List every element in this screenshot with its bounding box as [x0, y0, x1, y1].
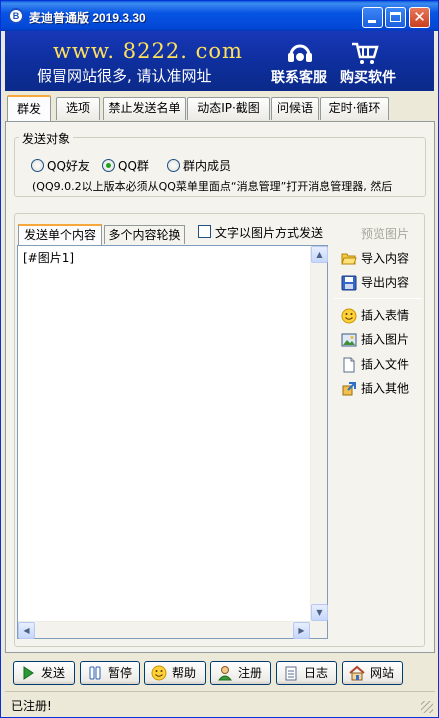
save-icon — [341, 275, 357, 290]
scroll-down-button[interactable]: ▼ — [311, 604, 328, 621]
radio-button-checked[interactable] — [102, 159, 115, 172]
home-icon — [349, 665, 365, 681]
close-icon: ✕ — [413, 8, 426, 26]
radio-label: QQ好友 — [47, 159, 90, 173]
editor-text[interactable]: [#图片1] — [23, 249, 74, 266]
maximize-icon — [390, 12, 401, 22]
folder-open-icon — [341, 253, 357, 264]
radio-qq-group[interactable]: QQ群 — [102, 157, 149, 173]
help-button[interactable]: 帮助 — [144, 661, 206, 685]
send-button[interactable]: 发送 — [13, 661, 75, 685]
tab-block-list[interactable]: 禁止发送名单 — [103, 97, 186, 120]
message-editor[interactable]: [#图片1] ▲ ▼ ◀ ▶ — [17, 245, 328, 639]
status-bar: 已注册! — [5, 691, 435, 715]
target-legend: 发送对象 — [19, 130, 74, 147]
register-button[interactable]: 注册 — [210, 661, 271, 685]
radio-button[interactable] — [31, 159, 44, 172]
scroll-corner — [310, 621, 327, 638]
tab-dynamic-ip[interactable]: 动态IP·截图 — [187, 97, 270, 120]
minimize-icon — [368, 20, 376, 23]
picture-label: 插入图片 — [361, 332, 410, 347]
image-send-label[interactable]: 文字以图片方式发送 — [215, 224, 323, 241]
send-label: 发送 — [41, 666, 66, 680]
export-label: 导出内容 — [361, 275, 410, 290]
radio-button[interactable] — [167, 159, 180, 172]
file-icon — [343, 357, 355, 372]
main-tabs: 群发 选项 禁止发送名单 动态IP·截图 问候语 定时·循环 — [5, 95, 434, 122]
title-bar[interactable]: B 麦迪普通版 2019.3.30 ✕ — [1, 1, 438, 31]
scroll-right-button[interactable]: ▶ — [293, 622, 310, 639]
insert-other-icon — [342, 381, 356, 395]
image-send-checkbox[interactable] — [198, 225, 211, 238]
website-button[interactable]: 网站 — [342, 661, 403, 685]
log-button[interactable]: 日志 — [276, 661, 337, 685]
window-title: 麦迪普通版 2019.3.30 — [29, 11, 146, 25]
tab-greetings[interactable]: 问候语 — [271, 97, 319, 120]
side-divider — [334, 298, 422, 299]
play-icon — [23, 666, 34, 680]
status-text: 已注册! — [11, 699, 52, 713]
preview-image-button[interactable]: 预览图片 — [361, 225, 409, 242]
tab-schedule[interactable]: 定时·循环 — [320, 97, 389, 120]
help-label: 帮助 — [172, 666, 197, 680]
file-label: 插入文件 — [361, 357, 410, 372]
register-label: 注册 — [238, 666, 263, 680]
insert-emoji-button[interactable]: 插入表情 — [341, 306, 409, 324]
pause-button[interactable]: 暂停 — [80, 661, 140, 685]
help-face-icon — [151, 665, 167, 681]
insert-other-button[interactable]: 插入其他 — [341, 379, 409, 397]
subtab-multi-content[interactable]: 多个内容轮换 — [104, 225, 185, 244]
import-label: 导入内容 — [361, 251, 410, 266]
customer-service-link[interactable]: 联系客服 — [271, 67, 327, 87]
scroll-up-button[interactable]: ▲ — [311, 246, 328, 263]
vertical-scrollbar[interactable]: ▲ ▼ — [310, 246, 328, 621]
close-button[interactable]: ✕ — [409, 7, 430, 28]
buy-software-link[interactable]: 购买软件 — [340, 67, 396, 87]
scroll-left-button[interactable]: ◀ — [18, 622, 35, 639]
app-icon: B — [8, 8, 24, 24]
insert-picture-button[interactable]: 插入图片 — [341, 330, 409, 348]
pause-icon — [89, 666, 101, 680]
maximize-button[interactable] — [385, 7, 406, 28]
other-label: 插入其他 — [361, 381, 410, 396]
insert-file-button[interactable]: 插入文件 — [341, 355, 409, 373]
website-label: 网站 — [370, 666, 395, 680]
subtab-single-content[interactable]: 发送单个内容 — [18, 224, 102, 245]
banner: www. 8222. com 假冒网站很多, 请认准网址 联系客服 购买软件 — [5, 31, 434, 91]
emoji-icon — [341, 308, 357, 323]
horizontal-scrollbar[interactable]: ◀ ▶ — [18, 621, 327, 639]
target-hint: (QQ9.0.2以上版本必须从QQ菜单里面点“消息管理”打开消息管理器, 然后 — [32, 180, 393, 193]
resize-grip-icon[interactable] — [421, 701, 433, 713]
emoji-label: 插入表情 — [361, 308, 410, 323]
import-content-button[interactable]: 导入内容 — [341, 249, 409, 267]
radio-label: QQ群 — [118, 159, 149, 173]
banner-slogan: 假冒网站很多, 请认准网址 — [37, 67, 212, 85]
radio-label: 群内成员 — [183, 159, 232, 173]
banner-url[interactable]: www. 8222. com — [53, 39, 243, 63]
radio-group-members[interactable]: 群内成员 — [167, 157, 232, 173]
pause-label: 暂停 — [108, 666, 133, 680]
notepad-icon — [285, 666, 297, 681]
user-icon — [217, 666, 233, 681]
picture-icon — [341, 333, 357, 346]
export-content-button[interactable]: 导出内容 — [341, 273, 409, 291]
radio-qq-friends[interactable]: QQ好友 — [31, 157, 90, 173]
customer-service-icon[interactable] — [286, 41, 314, 65]
minimize-button[interactable] — [362, 7, 383, 28]
tab-options[interactable]: 选项 — [56, 97, 100, 120]
main-window: B 麦迪普通版 2019.3.30 ✕ www. 8222. com 假冒网站很… — [0, 0, 439, 718]
log-label: 日志 — [304, 666, 329, 680]
tab-mass-send[interactable]: 群发 — [7, 95, 51, 121]
cart-icon[interactable] — [351, 41, 379, 65]
